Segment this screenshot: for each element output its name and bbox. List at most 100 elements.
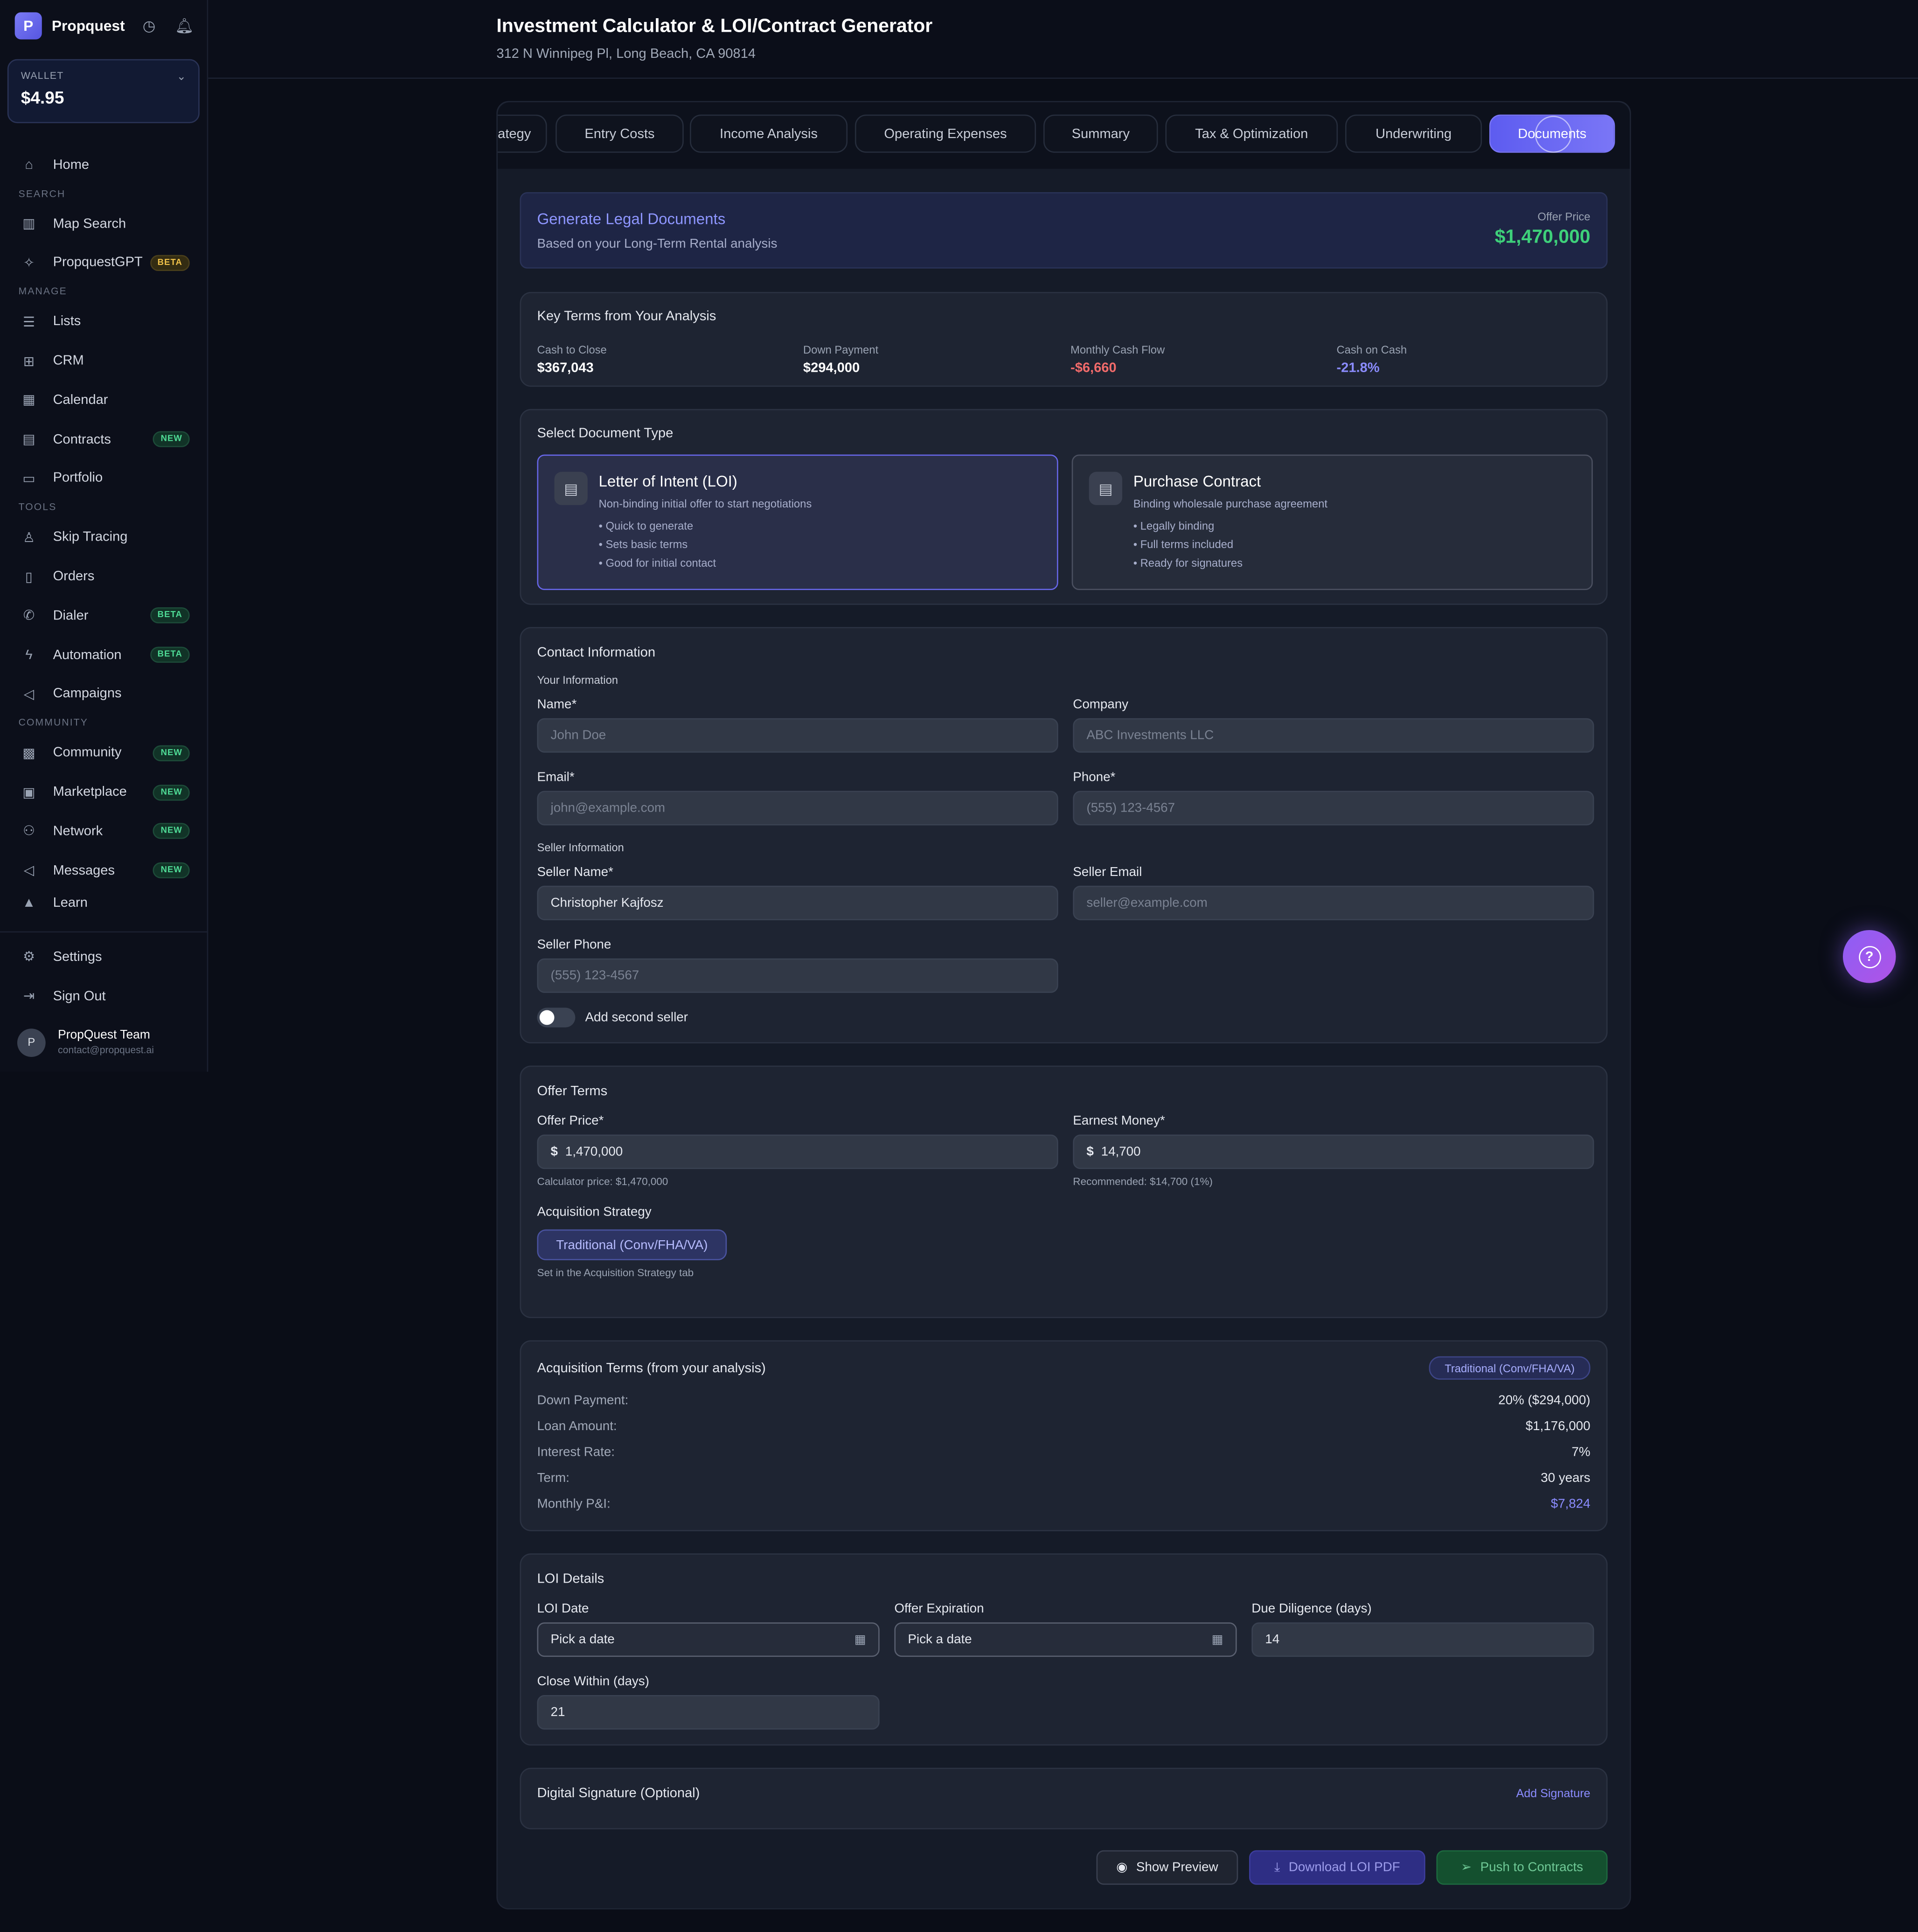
offer-expiration-picker[interactable]: Pick a date ▦: [894, 1622, 1237, 1657]
seller-name-field[interactable]: Christopher Kajfosz: [537, 885, 1058, 920]
app-logo[interactable]: P: [14, 12, 42, 40]
user-email: contact@propquest.ai: [58, 1044, 154, 1056]
sidebar-item-label: Messages: [53, 863, 115, 878]
term-value: 20% ($294,000): [1498, 1393, 1591, 1408]
question-icon: ?: [1858, 945, 1881, 968]
section-search: SEARCH: [18, 188, 66, 200]
card-title: LOI Details: [537, 1571, 605, 1587]
sidebar-item-orders[interactable]: ▯ Orders: [0, 557, 207, 596]
sidebar-item-home[interactable]: ⌂ Home: [0, 146, 207, 185]
sidebar-item-contracts[interactable]: ▤ Contracts NEW: [0, 420, 207, 459]
banner-subtitle: Based on your Long-Term Rental analysis: [537, 236, 778, 251]
sidebar-item-label: Settings: [53, 949, 102, 965]
new-badge: NEW: [153, 823, 190, 840]
key-term-label: Monthly Cash Flow: [1070, 343, 1165, 356]
earnest-money-field[interactable]: $ 14,700: [1073, 1134, 1594, 1169]
show-preview-button[interactable]: ◉ Show Preview: [1096, 1850, 1238, 1885]
sidebar-item-sign-out[interactable]: ⇥ Sign Out: [0, 977, 208, 1016]
sidebar-item-portfolio[interactable]: ▭ Portfolio: [0, 459, 207, 498]
tab-strategy[interactable]: ategy: [497, 114, 547, 153]
field-label: Acquisition Strategy: [537, 1204, 652, 1220]
add-signature-link[interactable]: Add Signature: [1516, 1787, 1590, 1801]
section-tools: TOOLS: [18, 501, 57, 513]
close-within-field[interactable]: 21: [537, 1695, 880, 1730]
tab-income-analysis[interactable]: Income Analysis: [689, 114, 848, 153]
map-icon: ▥: [22, 217, 35, 232]
banner-title: Generate Legal Documents: [537, 210, 726, 228]
sidebar-item-map-search[interactable]: ▥ Map Search: [0, 204, 207, 243]
beta-badge: BETA: [150, 646, 190, 663]
key-term-label: Cash to Close: [537, 343, 607, 356]
date-value: Pick a date: [550, 1632, 615, 1647]
sidebar-item-community[interactable]: ▩ Community NEW: [0, 733, 207, 772]
tab-summary[interactable]: Summary: [1043, 114, 1158, 153]
new-badge: NEW: [153, 745, 190, 761]
seller-email-field[interactable]: seller@example.com: [1073, 885, 1594, 920]
push-to-contracts-button[interactable]: ➢ Push to Contracts: [1436, 1850, 1608, 1885]
tab-underwriting[interactable]: Underwriting: [1345, 114, 1482, 153]
button-label: Show Preview: [1136, 1860, 1218, 1875]
sidebar-item-lists[interactable]: ☰ Lists: [0, 302, 207, 341]
loi-option[interactable]: ▤ Letter of Intent (LOI) Non-binding ini…: [537, 454, 1058, 591]
key-term-label: Down Payment: [803, 343, 879, 356]
sidebar-item-settings[interactable]: ⚙ Settings: [0, 938, 208, 977]
sidebar-item-crm[interactable]: ⊞ CRM: [0, 341, 207, 381]
seller-phone-field[interactable]: (555) 123-4567: [537, 958, 1058, 993]
sidebar-item-messages[interactable]: ◁ Messages NEW: [0, 851, 207, 890]
term-value: 30 years: [1541, 1471, 1591, 1486]
tab-tax-optimization[interactable]: Tax & Optimization: [1165, 114, 1338, 153]
sidebar-item-skip-tracing[interactable]: ♙ Skip Tracing: [0, 518, 207, 557]
document-type-card: Select Document Type ▤ Letter of Intent …: [520, 409, 1608, 605]
toggle-knob: [539, 1010, 555, 1025]
term-value: 7%: [1571, 1445, 1591, 1460]
download-loi-button[interactable]: ⤓ Download LOI PDF: [1249, 1850, 1425, 1885]
option-desc: Non-binding initial offer to start negot…: [598, 497, 812, 510]
phone-field[interactable]: (555) 123-4567: [1073, 791, 1594, 826]
purchase-contract-option[interactable]: ▤ Purchase Contract Binding wholesale pu…: [1071, 454, 1593, 591]
toggle-label: Add second seller: [585, 1010, 688, 1025]
sidebar-item-calendar[interactable]: ▦ Calendar: [0, 381, 207, 420]
wallet-card[interactable]: WALLET $4.95 ⌄: [7, 59, 200, 124]
sidebar-item-campaigns[interactable]: ◁ Campaigns: [0, 674, 207, 714]
company-field[interactable]: ABC Investments LLC: [1073, 718, 1594, 753]
bell-icon[interactable]: 🔔︎: [175, 17, 194, 35]
tab-entry-costs[interactable]: Entry Costs: [556, 114, 684, 153]
sidebar-item-automation[interactable]: ϟ Automation BETA: [0, 635, 207, 674]
history-icon[interactable]: ◷: [140, 17, 158, 35]
tab-documents[interactable]: Documents: [1489, 114, 1615, 153]
sidebar-item-propquestgpt[interactable]: ✧ PropquestGPT BETA: [0, 243, 207, 283]
help-button[interactable]: ?: [1842, 930, 1896, 983]
folder-icon: ▭: [22, 472, 35, 487]
loi-date-picker[interactable]: Pick a date ▦: [537, 1622, 880, 1657]
sidebar-item-dialer[interactable]: ✆ Dialer BETA: [0, 596, 207, 635]
offer-price-field[interactable]: $ 1,470,000: [537, 1134, 1058, 1169]
sidebar-item-label: Campaigns: [53, 687, 122, 702]
phone-icon: ✆: [23, 609, 35, 624]
option-title: Letter of Intent (LOI): [598, 473, 737, 491]
sidebar-item-network[interactable]: ⚇ Network NEW: [0, 812, 207, 851]
sidebar-item-marketplace[interactable]: ▣ Marketplace NEW: [0, 772, 207, 812]
email-field[interactable]: john@example.com: [537, 791, 1058, 826]
term-label: Down Payment:: [537, 1393, 629, 1408]
due-diligence-field[interactable]: 14: [1251, 1622, 1594, 1657]
option-title: Purchase Contract: [1133, 473, 1261, 491]
contact-info-card: Contact Information Your Information Nam…: [520, 627, 1608, 1043]
eye-icon: ◉: [1116, 1860, 1128, 1875]
sidebar-item-label: Map Search: [53, 216, 126, 231]
option-bullet: • Full terms included: [1133, 538, 1234, 551]
wallet-balance: $4.95: [21, 87, 64, 107]
chevron-down-icon[interactable]: ⌄: [177, 70, 186, 84]
beta-badge: BETA: [150, 607, 190, 624]
grid-icon: ⊞: [23, 354, 35, 369]
field-label: Offer Price*: [537, 1113, 604, 1129]
sidebar-item-learn[interactable]: ▲ Learn: [0, 890, 207, 907]
second-seller-toggle[interactable]: [537, 1008, 576, 1028]
document-icon: ▤: [22, 432, 35, 448]
sidebar-item-label: Learn: [53, 895, 88, 908]
option-bullet: • Legally binding: [1133, 520, 1215, 532]
user-profile[interactable]: P PropQuest Team contact@propquest.ai: [0, 1016, 208, 1069]
name-field[interactable]: John Doe: [537, 718, 1058, 753]
card-title: Contact Information: [537, 645, 656, 660]
tab-operating-expenses[interactable]: Operating Expenses: [855, 114, 1036, 153]
key-term-label: Cash on Cash: [1336, 343, 1407, 356]
